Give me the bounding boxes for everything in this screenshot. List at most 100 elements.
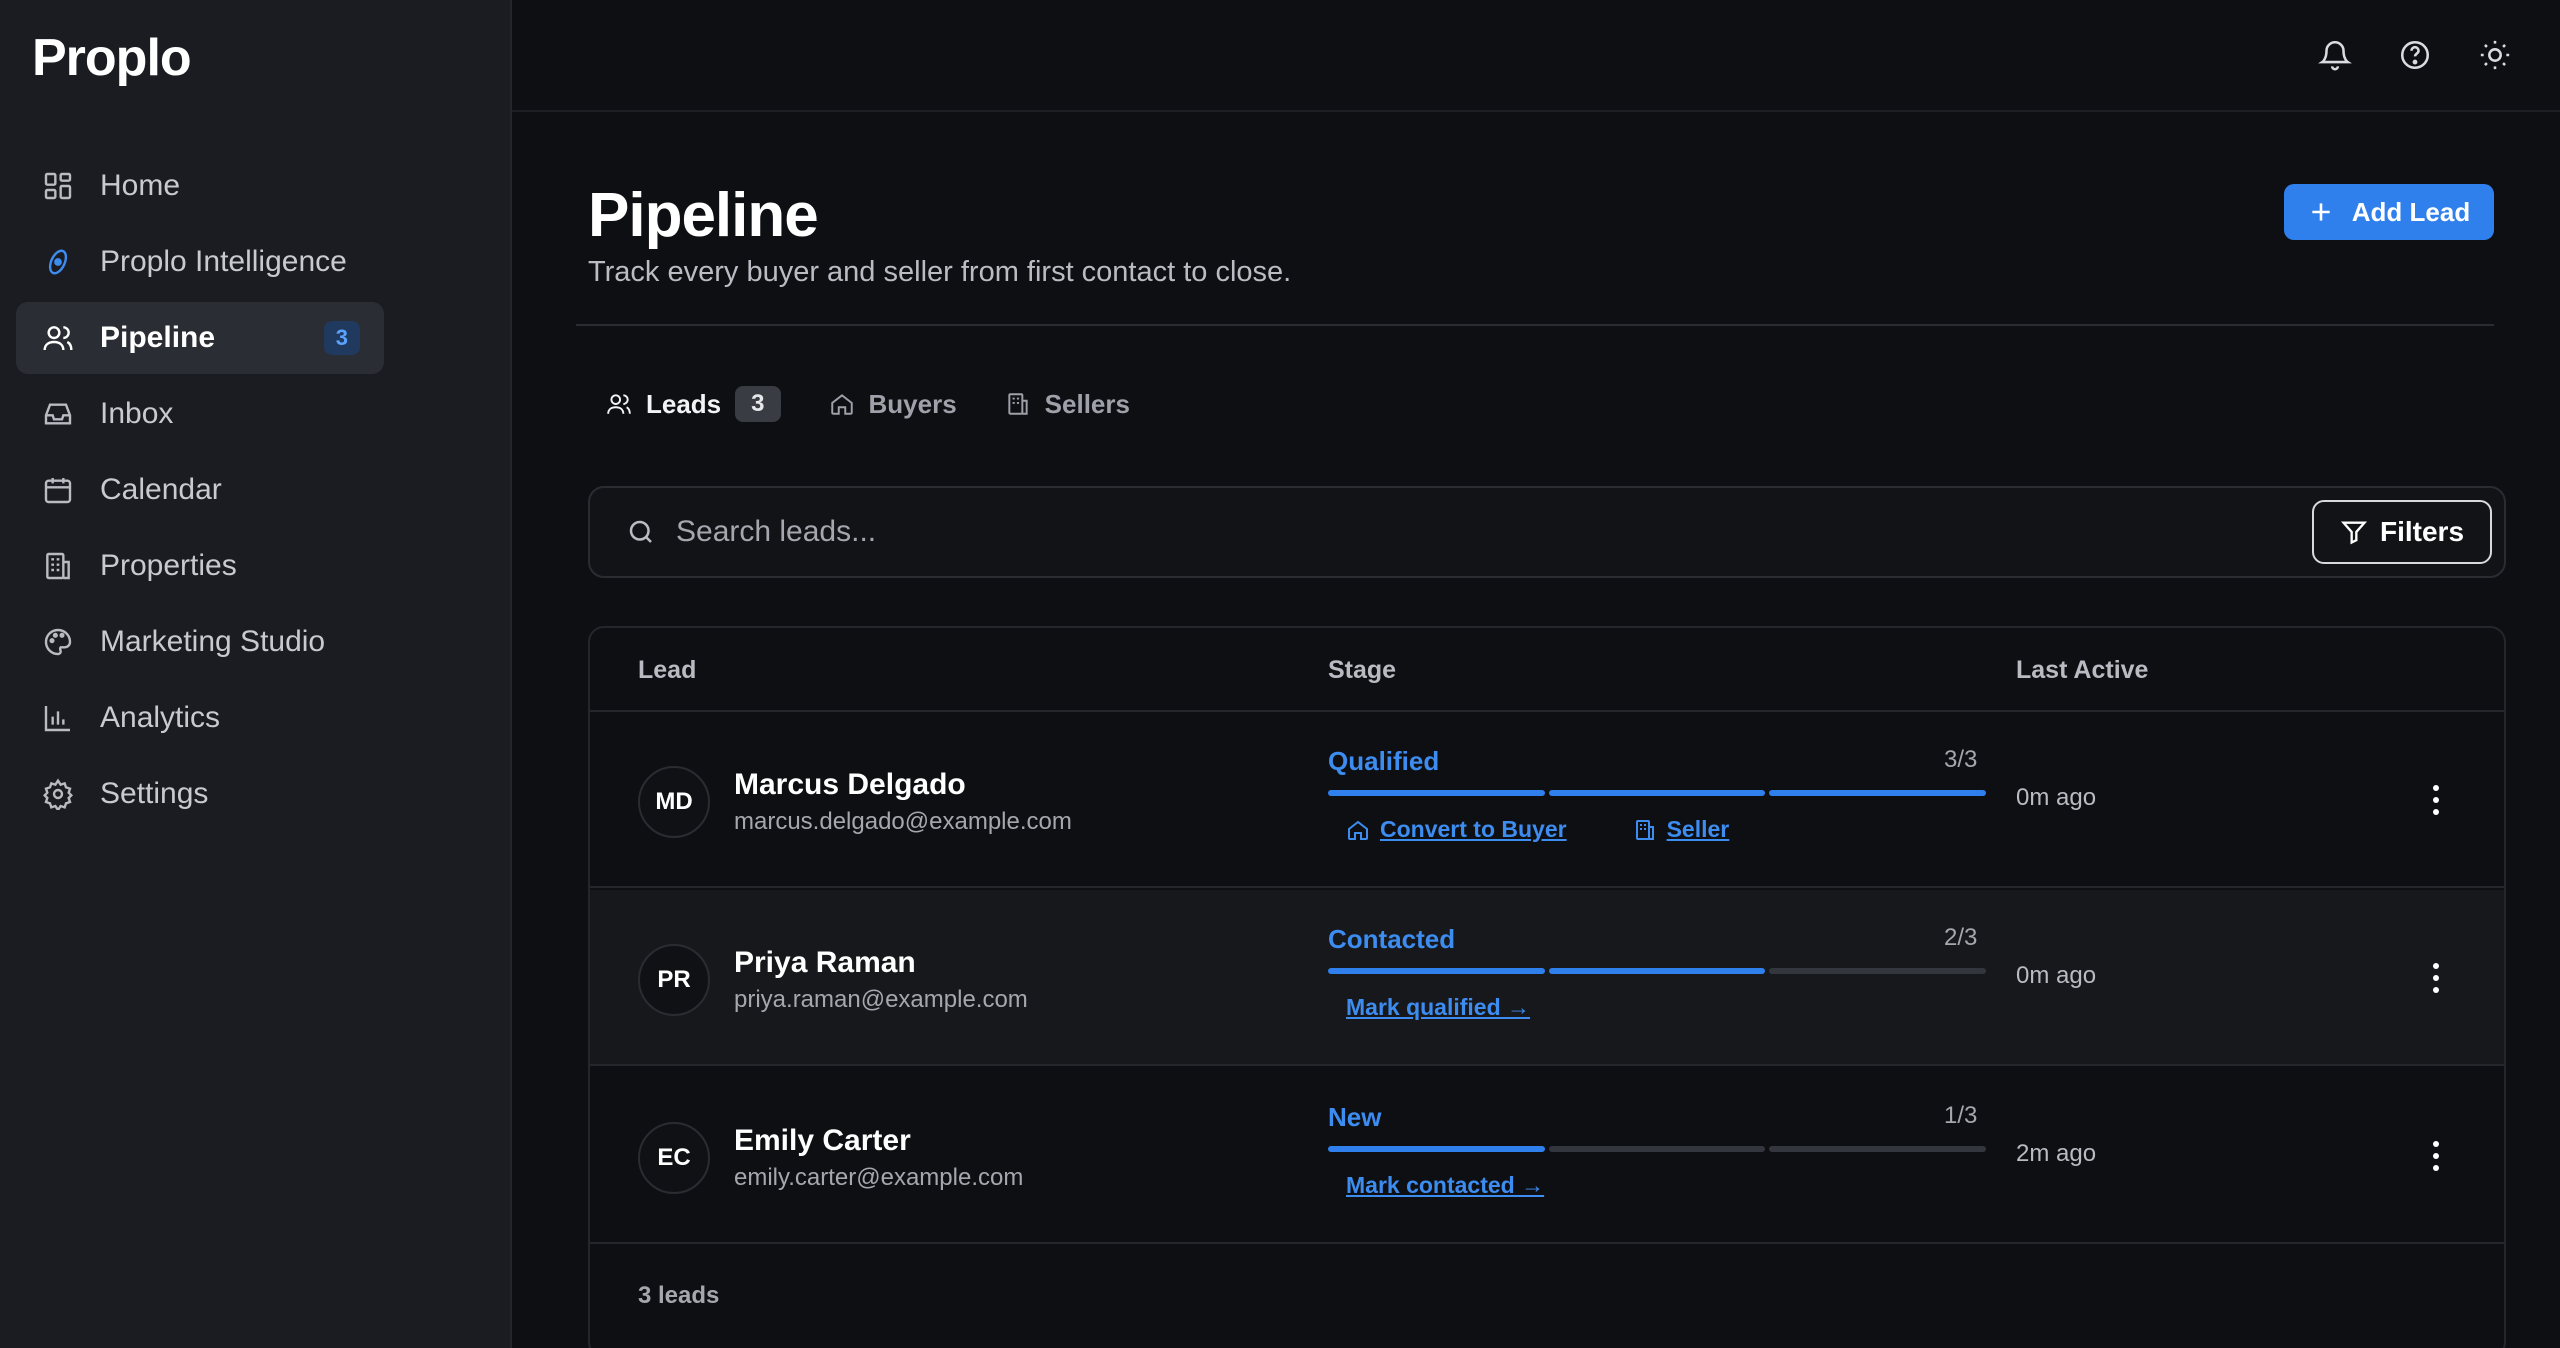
stage-label: New (1328, 1102, 1382, 1132)
sidebar-item-marketing-studio[interactable]: Marketing Studio (16, 606, 384, 678)
stage-count: 3/3 (1944, 746, 1978, 773)
gear-icon (40, 776, 76, 812)
bell-icon[interactable] (2318, 38, 2352, 72)
logo[interactable]: Proplo (32, 28, 192, 88)
home-icon (1348, 820, 1368, 840)
avatar: PR (638, 944, 710, 1016)
sidebar-item-label: Analytics (100, 701, 221, 734)
sidebar-item-label: Calendar (100, 473, 222, 506)
sidebar-item-intelligence[interactable]: Proplo Intelligence (16, 226, 384, 298)
progress-segment (1769, 968, 1987, 974)
column-header-lead[interactable]: Lead (638, 656, 696, 685)
add-lead-button[interactable]: Add Lead (2284, 184, 2494, 240)
intelligence-icon (40, 244, 76, 280)
stage-label: Qualified (1328, 746, 1440, 776)
progress-segment (1769, 790, 1987, 796)
lead-name[interactable]: Emily Carter (734, 1124, 911, 1158)
action-label: Seller (1666, 816, 1730, 842)
building-icon (40, 548, 76, 584)
help-icon[interactable] (2398, 38, 2432, 72)
sidebar-item-calendar[interactable]: Calendar (16, 454, 384, 526)
sun-icon[interactable] (2478, 38, 2512, 72)
stage-label: Contacted (1328, 924, 1456, 954)
users-icon (607, 394, 631, 414)
table-row[interactable]: MD Marcus Delgado marcus.delgado@example… (590, 712, 2504, 888)
tab-leads[interactable]: Leads 3 (606, 386, 781, 422)
search-input[interactable] (676, 515, 2312, 549)
last-active: 0m ago (2016, 962, 2097, 989)
app-root: Proplo Home Proplo Intelligence Pipeline (0, 0, 2560, 1348)
sidebar-item-analytics[interactable]: Analytics (16, 682, 384, 754)
sidebar-item-properties[interactable]: Properties (16, 530, 384, 602)
tab-count-badge: 3 (735, 386, 781, 422)
stage-count: 1/3 (1944, 1102, 1978, 1129)
table-footer-count: 3 leads (638, 1282, 720, 1309)
row-actions: Mark qualified → (1346, 994, 1530, 1021)
progress-segment (1548, 1146, 1766, 1152)
content: Pipeline Track every buyer and seller fr… (576, 112, 2506, 1348)
row-actions: Convert to Buyer Seller (1346, 816, 1729, 843)
main-area: Pipeline Track every buyer and seller fr… (512, 0, 2560, 1348)
convert-to-buyer-link[interactable]: Convert to Buyer (1346, 816, 1567, 843)
sidebar-item-label: Inbox (100, 397, 174, 430)
mark-contacted-link[interactable]: Mark contacted → (1346, 1172, 1544, 1199)
convert-to-seller-link[interactable]: Seller (1633, 816, 1730, 843)
sidebar-item-pipeline[interactable]: Pipeline 3 (16, 302, 384, 374)
tab-sellers[interactable]: Sellers (1005, 389, 1130, 420)
tab-label: Buyers (868, 388, 957, 419)
building-icon (1635, 819, 1654, 840)
stage-progress (1328, 968, 1987, 974)
lead-name[interactable]: Priya Raman (734, 946, 916, 980)
sidebar-item-home[interactable]: Home (16, 150, 384, 222)
table-row[interactable]: EC Emily Carter emily.carter@example.com… (590, 1068, 2504, 1244)
last-active: 2m ago (2016, 1140, 2097, 1167)
more-options-icon[interactable] (2416, 1134, 2456, 1178)
users-icon (40, 320, 76, 356)
row-actions: Mark contacted → (1346, 1172, 1544, 1199)
lead-email: marcus.delgado@example.com (734, 808, 1072, 835)
column-header-stage[interactable]: Stage (1328, 656, 1396, 685)
progress-segment (1328, 1146, 1545, 1152)
avatar: MD (638, 766, 710, 838)
inbox-icon (40, 396, 76, 432)
table-header: Lead Stage Last Active (590, 628, 2504, 712)
sidebar-item-label: Home (100, 169, 181, 202)
sidebar-item-inbox[interactable]: Inbox (16, 378, 384, 450)
progress-segment (1769, 1146, 1987, 1152)
lead-email: priya.raman@example.com (734, 986, 1028, 1013)
table-row[interactable]: PR Priya Raman priya.raman@example.com C… (590, 890, 2504, 1066)
page-subtitle: Track every buyer and seller from first … (588, 256, 1292, 288)
page-header: Pipeline Track every buyer and seller fr… (576, 112, 2494, 326)
leads-table: Lead Stage Last Active MD Marcus Delgado… (588, 626, 2506, 1348)
progress-segment (1548, 790, 1766, 796)
lead-email: emily.carter@example.com (734, 1164, 1024, 1191)
grid-icon (40, 168, 76, 204)
lead-name[interactable]: Marcus Delgado (734, 768, 966, 802)
action-label: Convert to Buyer (1380, 816, 1567, 842)
filters-button[interactable]: Filters (2312, 500, 2492, 564)
stage-progress (1328, 790, 1987, 796)
calendar-icon (40, 472, 76, 508)
tab-bar: Leads 3 Buyers Sellers (606, 386, 1130, 422)
progress-segment (1548, 968, 1766, 974)
sidebar-item-label: Marketing Studio (100, 625, 326, 658)
sidebar-nav: Home Proplo Intelligence Pipeline 3 Inbo… (16, 150, 384, 834)
palette-icon (40, 624, 76, 660)
stage-count: 2/3 (1944, 924, 1978, 951)
mark-qualified-link[interactable]: Mark qualified → (1346, 994, 1530, 1021)
plus-icon (2312, 203, 2330, 221)
logo-text: Proplo (32, 29, 192, 87)
bar-chart-icon (40, 700, 76, 736)
sidebar-item-settings[interactable]: Settings (16, 758, 384, 830)
more-options-icon[interactable] (2416, 778, 2456, 822)
more-options-icon[interactable] (2416, 956, 2456, 1000)
add-lead-label: Add Lead (2351, 196, 2471, 227)
tab-label: Leads (646, 388, 722, 419)
search-icon (626, 517, 656, 547)
sidebar-item-label: Proplo Intelligence (100, 245, 347, 278)
pipeline-count-badge: 3 (323, 321, 360, 355)
home-icon (830, 394, 853, 415)
page-title: Pipeline (588, 181, 819, 250)
column-header-last-active[interactable]: Last Active (2016, 656, 2148, 685)
tab-buyers[interactable]: Buyers (829, 389, 957, 420)
